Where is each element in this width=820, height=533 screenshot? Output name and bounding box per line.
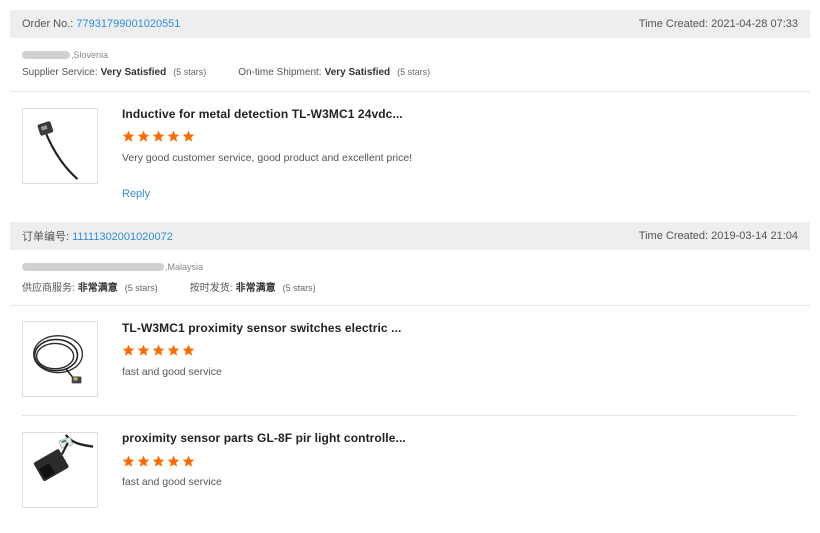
time-created: Time Created: 2021-04-28 07:33: [639, 18, 798, 30]
shipment-stars: (5 stars): [282, 283, 316, 293]
star-icon: [182, 455, 195, 467]
sensor-image: [33, 334, 84, 384]
feedback-text: fast and good service: [122, 366, 222, 378]
supplier-service-stars: (5 stars): [124, 283, 158, 293]
buyer-info: ,Malaysia: [22, 262, 810, 272]
divider: [10, 305, 810, 306]
order-number: Order No.: 77931799001020551: [22, 18, 180, 30]
order-no-link[interactable]: 77931799001020551: [76, 18, 180, 30]
ratings-summary: 供应商服务: 非常满意 (5 stars) 按时发货: 非常满意 (5 star…: [22, 279, 810, 294]
feedback-text: Very good customer service, good product…: [122, 152, 413, 164]
supplier-service-value: 非常满意: [77, 283, 118, 294]
star-icon: [152, 455, 165, 467]
supplier-service-value: Very Satisfied: [100, 67, 167, 78]
shipment-rating: On-time Shipment: Very Satisfied (5 star…: [238, 67, 430, 78]
shipment-value: 非常满意: [235, 283, 276, 294]
sensor-image: [33, 434, 94, 481]
buyer-country: ,Slovenia: [71, 50, 109, 60]
star-icon: [137, 344, 150, 356]
product-thumbnail[interactable]: [22, 108, 98, 184]
supplier-service-label: 供应商服务:: [22, 283, 75, 294]
star-icon: [167, 344, 180, 356]
order-header: 订单编号: 11111302001020072 Time Created: 20…: [10, 222, 810, 250]
star-icon: [137, 130, 150, 142]
blurred-buyer-name: [22, 51, 70, 59]
time-label: Time Created:: [638, 230, 709, 242]
star-icon: [167, 455, 180, 467]
star-icon: [152, 344, 165, 356]
star-icon: [122, 130, 135, 142]
divider: [22, 415, 797, 416]
product-title[interactable]: proximity sensor parts GL-8F pir light c…: [122, 431, 406, 445]
star-rating: [122, 455, 195, 468]
supplier-service-rating: Supplier Service: Very Satisfied (5 star…: [22, 67, 206, 78]
product-thumbnail[interactable]: [22, 321, 98, 397]
supplier-service-label: Supplier Service:: [22, 67, 98, 78]
star-icon: [122, 344, 135, 356]
ratings-summary: Supplier Service: Very Satisfied (5 star…: [22, 67, 810, 78]
star-icon: [182, 130, 195, 142]
star-icon: [182, 344, 195, 356]
product-thumbnail[interactable]: [22, 432, 98, 508]
shipment-rating: 按时发货: 非常满意 (5 stars): [190, 279, 316, 294]
shipment-value: Very Satisfied: [324, 67, 391, 78]
divider: [10, 91, 810, 92]
supplier-service-stars: (5 stars): [173, 67, 207, 77]
star-icon: [152, 130, 165, 142]
order-no-label: Order No.:: [22, 18, 74, 30]
product-title[interactable]: TL-W3MC1 proximity sensor switches elect…: [122, 321, 401, 335]
order-no-link[interactable]: 11111302001020072: [72, 231, 173, 243]
shipment-stars: (5 stars): [397, 67, 431, 77]
blurred-buyer-name: [22, 263, 164, 271]
time-created: Time Created: 2019-03-14 21:04: [639, 230, 798, 242]
star-icon: [137, 455, 150, 467]
star-icon: [122, 455, 135, 467]
feedback-text: fast and good service: [122, 476, 222, 488]
time-value: 2021-04-28 07:33: [711, 18, 798, 30]
product-title[interactable]: Inductive for metal detection TL-W3MC1 2…: [122, 107, 403, 121]
shipment-label: On-time Shipment:: [238, 67, 322, 78]
order-block: Order No.: 77931799001020551 Time Create…: [10, 10, 810, 78]
sensor-image: [37, 121, 79, 180]
order-block: 订单编号: 11111302001020072 Time Created: 20…: [10, 222, 810, 294]
star-rating: [122, 130, 195, 143]
buyer-country: ,Malaysia: [165, 262, 204, 272]
star-icon: [167, 130, 180, 142]
shipment-label: 按时发货:: [189, 283, 233, 294]
order-header: Order No.: 77931799001020551 Time Create…: [10, 10, 810, 38]
reply-link[interactable]: Reply: [122, 188, 150, 200]
time-label: Time Created:: [638, 18, 709, 30]
supplier-service-rating: 供应商服务: 非常满意 (5 stars): [22, 279, 158, 294]
time-value: 2019-03-14 21:04: [711, 230, 798, 242]
star-rating: [122, 344, 195, 357]
buyer-info: ,Slovenia: [22, 50, 810, 60]
order-number: 订单编号: 11111302001020072: [22, 228, 173, 244]
order-no-label: 订单编号:: [22, 231, 70, 243]
